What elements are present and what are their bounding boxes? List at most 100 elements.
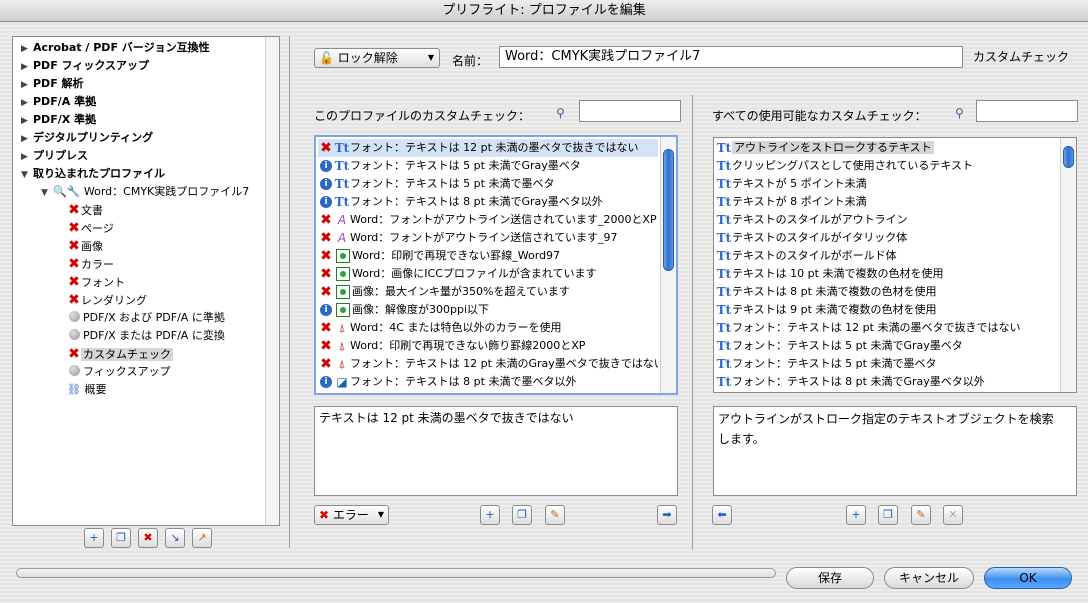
edit-check-button[interactable]: ✎: [545, 505, 565, 525]
available-check-row[interactable]: Ttテキストは 10 pt 未満で複数の色材を使用: [716, 265, 1056, 283]
profile-check-row[interactable]: i 画像：解像度が300ppi以下: [318, 301, 658, 319]
center-splitter[interactable]: [692, 95, 693, 550]
tree-child-item[interactable]: ✖レンダリング: [67, 291, 147, 309]
tree-child-item[interactable]: ✖フォント: [67, 273, 125, 291]
tree-child-label: PDF/X または PDF/A に変換: [83, 329, 225, 342]
scroll-thumb[interactable]: [1063, 146, 1074, 168]
tree-category[interactable]: ▶ プリプレス: [21, 147, 88, 165]
tree-child-item[interactable]: ✖ カスタムチェック: [67, 345, 173, 363]
import-button[interactable]: ↘: [165, 528, 185, 548]
lock-popup[interactable]: 🔓 ロック解除 ▼: [314, 48, 440, 68]
profile-check-row[interactable]: i Ttフォント：テキストは 8 pt 未満でGray墨ベタ以外: [318, 193, 658, 211]
profile-tree[interactable]: ▶ Acrobat / PDF バージョン互換性 ▶ PDF フィックスアップ ▶ PDF…: [12, 36, 280, 526]
available-checks-list[interactable]: Tt アウトラインをストロークするテキスト Ttクリッピングパスとして使用されている…: [713, 137, 1077, 393]
tree-category[interactable]: ▶ PDF/X 準拠: [21, 111, 96, 129]
profile-check-row[interactable]: ✖ ⍋ フォント：テキストは 12 pt 未満のGray墨ベタで抜きではない: [318, 355, 658, 373]
profile-check-label: フォント：テキストは 8 pt 未満で墨ベタ以外: [350, 375, 577, 388]
add-check-button[interactable]: +: [480, 505, 500, 525]
available-check-row[interactable]: Ttクリッピングパスとして使用されているテキスト: [716, 157, 1056, 175]
profile-check-row[interactable]: ✖ Word：印刷で再現できない罫線_Word97: [318, 247, 658, 265]
delete-button[interactable]: ✖: [138, 528, 158, 548]
profile-check-row[interactable]: ✖ A Word：フォントがアウトライン送信されています_2000とXP: [318, 211, 658, 229]
text-check-icon: Tt: [716, 231, 732, 245]
available-check-row[interactable]: Ttテキストのスタイルがイタリック体: [716, 229, 1056, 247]
move-right-button[interactable]: ➡: [657, 505, 677, 525]
scroll-thumb[interactable]: [663, 149, 674, 271]
available-check-row[interactable]: Ttテキストは 8 pt 未満で複数の色材を使用: [716, 283, 1056, 301]
available-check-row[interactable]: Ttテキストが 8 ポイント未満: [716, 193, 1056, 211]
tree-category[interactable]: ▶ PDF/A 準拠: [21, 93, 96, 111]
available-check-row[interactable]: Ttテキストのスタイルがボールド体: [716, 247, 1056, 265]
text-check-icon: Tt: [334, 141, 350, 155]
disclosure-closed-icon[interactable]: ▶: [21, 40, 33, 58]
profile-name-input[interactable]: Word：CMYK実践プロファイル7: [499, 46, 963, 68]
move-left-button[interactable]: ⬅: [712, 505, 732, 525]
available-check-row[interactable]: Ttテキストが 5 ポイント未満: [716, 175, 1056, 193]
add-available-button[interactable]: +: [846, 505, 866, 525]
add-button[interactable]: +: [84, 528, 104, 548]
profile-checks-scrollbar[interactable]: [660, 137, 676, 393]
delete-available-button[interactable]: ✕: [943, 505, 963, 525]
tree-category[interactable]: ▶ デジタルプリンティング: [21, 129, 153, 147]
tree-child-item[interactable]: ✖カラー: [67, 255, 114, 273]
profile-check-row[interactable]: i Ttフォント：テキストは 5 pt 未満でGray墨ベタ: [318, 157, 658, 175]
available-check-row[interactable]: Ttフォント：テキストは 5 pt 未満でGray墨ベタ: [716, 337, 1056, 355]
profile-check-row[interactable]: ✖ Word：画像にICCプロファイルが含まれています: [318, 265, 658, 283]
tree-category[interactable]: ▼ 取り込まれたプロファイル: [21, 165, 165, 183]
tree-child-item[interactable]: ⛓ 概要: [67, 381, 106, 399]
disclosure-open-icon[interactable]: ▼: [41, 184, 53, 202]
tree-child-item[interactable]: ✖画像: [67, 237, 103, 255]
ok-button[interactable]: OK: [984, 567, 1072, 589]
disclosure-closed-icon[interactable]: ▶: [21, 94, 33, 112]
available-check-row[interactable]: Tt アウトラインをストロークするテキスト: [716, 139, 1056, 157]
disclosure-closed-icon[interactable]: ▶: [21, 76, 33, 94]
profile-checks-heading: このプロファイルのカスタムチェック：: [314, 109, 531, 123]
tree-category[interactable]: ▶ PDF 解析: [21, 75, 84, 93]
tree-category-label: PDF/A 準拠: [33, 95, 97, 108]
profile-check-row[interactable]: i Ttフォント：テキストは 5 pt 未満で墨ベタ: [318, 175, 658, 193]
disclosure-closed-icon[interactable]: ▶: [21, 58, 33, 76]
disclosure-open-icon[interactable]: ▼: [21, 166, 33, 184]
duplicate-check-button[interactable]: ❐: [512, 505, 532, 525]
available-check-row[interactable]: Ttテキストのスタイルがアウトライン: [716, 211, 1056, 229]
tree-category[interactable]: ▶ Acrobat / PDF バージョン互換性: [21, 39, 210, 57]
available-check-row[interactable]: Ttフォント：テキストは 5 pt 未満で墨ベタ: [716, 355, 1056, 373]
profile-check-row[interactable]: ✖ Ttフォント：テキストは 12 pt 未満の墨ベタで抜きではない: [318, 139, 658, 157]
cancel-button[interactable]: キャンセル: [884, 567, 974, 589]
profile-checks-search[interactable]: [579, 100, 681, 122]
available-check-row[interactable]: Ttテキストは 9 pt 未満で複数の色材を使用: [716, 301, 1056, 319]
image-check-icon: [336, 249, 350, 263]
profile-check-row[interactable]: ✖ A Word：フォントがアウトライン送信されています_97: [318, 229, 658, 247]
profile-check-row[interactable]: ✖ ⍋ Word：4C または特色以外のカラーを使用: [318, 319, 658, 337]
tree-child-item[interactable]: ✖文書: [67, 201, 103, 219]
profile-check-row[interactable]: ✖ ⍋ Word：印刷で再現できない飾り罫線2000とXP: [318, 337, 658, 355]
available-checks-scrollbar[interactable]: [1060, 138, 1076, 392]
tree-category[interactable]: ▶ PDF フィックスアップ: [21, 57, 149, 75]
save-button[interactable]: 保存: [786, 567, 874, 589]
tree-profile[interactable]: ▼ 🔍🔧 Word：CMYK実践プロファイル7: [41, 183, 249, 201]
error-icon: ✖: [319, 508, 330, 522]
duplicate-available-button[interactable]: ❐: [878, 505, 898, 525]
disclosure-closed-icon[interactable]: ▶: [21, 112, 33, 130]
disclosure-closed-icon[interactable]: ▶: [21, 148, 33, 166]
tree-scrollbar[interactable]: [265, 37, 279, 525]
left-splitter[interactable]: [289, 36, 290, 548]
tree-child-item[interactable]: フィックスアップ: [67, 363, 170, 381]
severity-popup[interactable]: ✖ エラー ▼: [314, 505, 389, 525]
tree-category-label: Acrobat / PDF バージョン互換性: [33, 41, 210, 54]
tree-child-item[interactable]: PDF/X または PDF/A に変換: [67, 327, 225, 345]
available-checks-search[interactable]: [976, 100, 1078, 122]
profile-checks-list[interactable]: ✖ Ttフォント：テキストは 12 pt 未満の墨ベタで抜きではない i Ttフォント…: [314, 135, 678, 395]
duplicate-button[interactable]: ❐: [111, 528, 131, 548]
profile-check-row[interactable]: ✖ 画像：最大インキ量が350%を超えています: [318, 283, 658, 301]
disclosure-closed-icon[interactable]: ▶: [21, 130, 33, 148]
info-icon: i: [320, 304, 332, 316]
profile-check-label: フォント：テキストは 5 pt 未満でGray墨ベタ: [350, 159, 581, 172]
edit-available-button[interactable]: ✎: [911, 505, 931, 525]
tree-child-item[interactable]: PDF/X および PDF/A に準拠: [67, 309, 225, 327]
available-check-row[interactable]: Ttフォント：テキストは 8 pt 未満でGray墨ベタ以外: [716, 373, 1056, 391]
tree-child-item[interactable]: ✖ページ: [67, 219, 114, 237]
export-button[interactable]: ↗: [192, 528, 212, 548]
profile-check-row[interactable]: i ◪ フォント：テキストは 8 pt 未満で墨ベタ以外: [318, 373, 658, 391]
available-check-row[interactable]: Ttフォント：テキストは 12 pt 未満の墨ベタで抜きではない: [716, 319, 1056, 337]
